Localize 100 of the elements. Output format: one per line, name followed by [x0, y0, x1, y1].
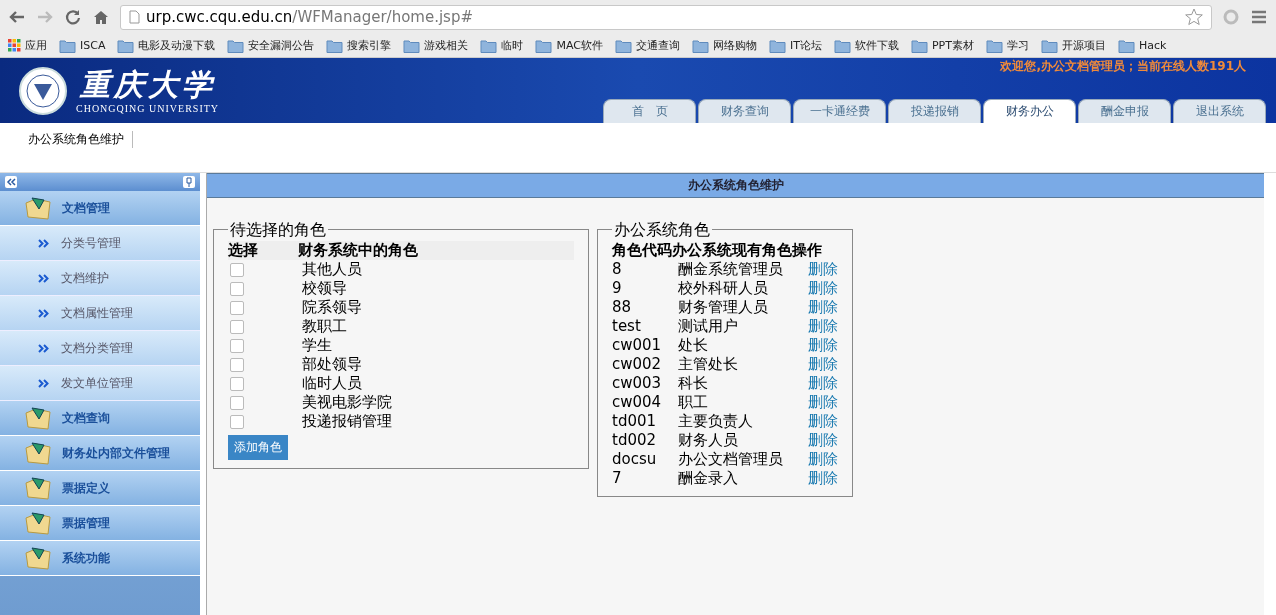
group-legend: 待选择的角色	[228, 220, 328, 239]
nav-tab[interactable]: 财务办公	[983, 99, 1076, 123]
role-name: 临时人员	[302, 374, 362, 393]
open-folder-icon	[24, 510, 52, 536]
extension-ring-icon[interactable]	[1222, 8, 1240, 26]
bookmark-item[interactable]: 交通查询	[614, 38, 680, 53]
role-name: 科长	[678, 374, 709, 393]
folder-icon	[59, 38, 76, 53]
sidebar-item[interactable]: 文档维护	[0, 261, 200, 296]
role-code: 7	[612, 469, 623, 488]
sidebar-item[interactable]: 分类号管理	[0, 226, 200, 261]
checkbox[interactable]	[230, 320, 244, 334]
bookmark-item[interactable]: 软件下载	[833, 38, 899, 53]
role-name: 主管处长	[678, 355, 739, 374]
role-code: td002	[612, 431, 658, 450]
nav-tab[interactable]: 首 页	[603, 99, 696, 123]
nav-tab[interactable]: 一卡通经费	[793, 99, 886, 123]
role-code: cw003	[612, 374, 663, 393]
checkbox[interactable]	[230, 339, 244, 353]
role-name: 部处领导	[302, 355, 362, 374]
role-code: cw002	[612, 355, 663, 374]
bookmark-item[interactable]: PPT素材	[910, 38, 974, 53]
checkbox[interactable]	[230, 301, 244, 315]
checkbox[interactable]	[230, 377, 244, 391]
role-name: 学生	[302, 336, 332, 355]
open-folder-icon	[24, 545, 52, 571]
role-code: 88	[612, 298, 633, 317]
role-code: td001	[612, 412, 658, 431]
role-name: 其他人员	[302, 260, 362, 279]
bookmark-item[interactable]: 电影及动漫下载	[117, 38, 216, 53]
delete-link[interactable]: 删除	[808, 317, 838, 336]
sidebar-group[interactable]: 系统功能	[0, 541, 200, 576]
nav-tab[interactable]: 退出系统	[1173, 99, 1266, 123]
nav-tab[interactable]: 财务查询	[698, 99, 791, 123]
bookmark-item[interactable]: 网络购物	[691, 38, 757, 53]
home-icon[interactable]	[92, 8, 110, 26]
sidebar-group[interactable]: 文档管理	[0, 191, 200, 226]
breadcrumb-tab[interactable]: 办公系统角色维护	[28, 131, 133, 148]
bookmark-item[interactable]: 临时	[480, 38, 524, 53]
sidebar-group[interactable]: 财务处内部文件管理	[0, 436, 200, 471]
checkbox[interactable]	[230, 415, 244, 429]
delete-link[interactable]: 删除	[808, 450, 838, 469]
sidebar-group[interactable]: 票据管理	[0, 506, 200, 541]
star-icon[interactable]	[1185, 8, 1203, 26]
folder-icon	[480, 38, 498, 53]
delete-link[interactable]: 删除	[808, 374, 838, 393]
bookmark-item[interactable]: 游戏相关	[403, 38, 469, 53]
sidebar-item[interactable]: 文档分类管理	[0, 331, 200, 366]
delete-link[interactable]: 删除	[808, 298, 838, 317]
address-field[interactable]: urp.cwc.cqu.edu.cn/WFManager/home.jsp#	[120, 4, 1212, 30]
delete-link[interactable]: 删除	[808, 260, 838, 279]
bookmark-item[interactable]: 搜索引擎	[326, 38, 392, 53]
role-name: 酬金录入	[678, 469, 739, 488]
add-role-button[interactable]: 添加角色	[228, 435, 288, 460]
delete-link[interactable]: 删除	[808, 279, 838, 298]
double-chevron-icon	[38, 273, 49, 283]
column-header: 选择	[228, 241, 259, 260]
reload-icon[interactable]	[64, 8, 82, 26]
delete-link[interactable]: 删除	[808, 393, 838, 412]
role-name: 美视电影学院	[302, 393, 392, 412]
open-folder-icon	[24, 405, 52, 431]
bookmark-item[interactable]: 应用	[8, 38, 47, 53]
sidebar-item[interactable]: 发文单位管理	[0, 366, 200, 401]
role-name: 财务人员	[678, 431, 739, 450]
delete-link[interactable]: 删除	[808, 412, 838, 431]
double-chevron-icon	[38, 378, 49, 388]
delete-link[interactable]: 删除	[808, 431, 838, 450]
sidebar-item[interactable]: 文档属性管理	[0, 296, 200, 331]
role-name: 测试用户	[678, 317, 739, 336]
collapse-icon[interactable]	[5, 176, 17, 188]
bookmark-item[interactable]: 开源项目	[1040, 38, 1106, 53]
apps-grid-icon	[8, 39, 21, 52]
sidebar-group[interactable]: 票据定义	[0, 471, 200, 506]
open-folder-icon	[24, 440, 52, 466]
nav-tab[interactable]: 酬金申报	[1078, 99, 1171, 123]
checkbox[interactable]	[230, 396, 244, 410]
bookmark-item[interactable]: IT论坛	[768, 38, 822, 53]
role-code: test	[612, 317, 642, 336]
bookmark-item[interactable]: 安全漏洞公告	[227, 38, 315, 53]
nav-tab[interactable]: 投递报销	[888, 99, 981, 123]
delete-link[interactable]: 删除	[808, 469, 838, 488]
double-chevron-icon	[38, 238, 49, 248]
bookmark-item[interactable]: ISCA	[59, 38, 106, 53]
delete-link[interactable]: 删除	[808, 336, 838, 355]
folder-icon	[403, 38, 421, 53]
bookmark-item[interactable]: 学习	[985, 38, 1029, 53]
menu-icon[interactable]	[1250, 8, 1268, 26]
checkbox[interactable]	[230, 358, 244, 372]
role-code: cw001	[612, 336, 663, 355]
bookmark-item[interactable]: MAC软件	[535, 38, 603, 53]
role-name: 院系领导	[302, 298, 362, 317]
sidebar-group[interactable]: 文档查询	[0, 401, 200, 436]
folder-icon	[1117, 38, 1135, 53]
delete-link[interactable]: 删除	[808, 355, 838, 374]
column-header: 操作	[792, 241, 822, 260]
checkbox[interactable]	[230, 282, 244, 296]
checkbox[interactable]	[230, 263, 244, 277]
bookmark-item[interactable]: Hack	[1117, 38, 1167, 53]
folder-icon	[910, 38, 928, 53]
pin-icon[interactable]	[183, 176, 195, 188]
